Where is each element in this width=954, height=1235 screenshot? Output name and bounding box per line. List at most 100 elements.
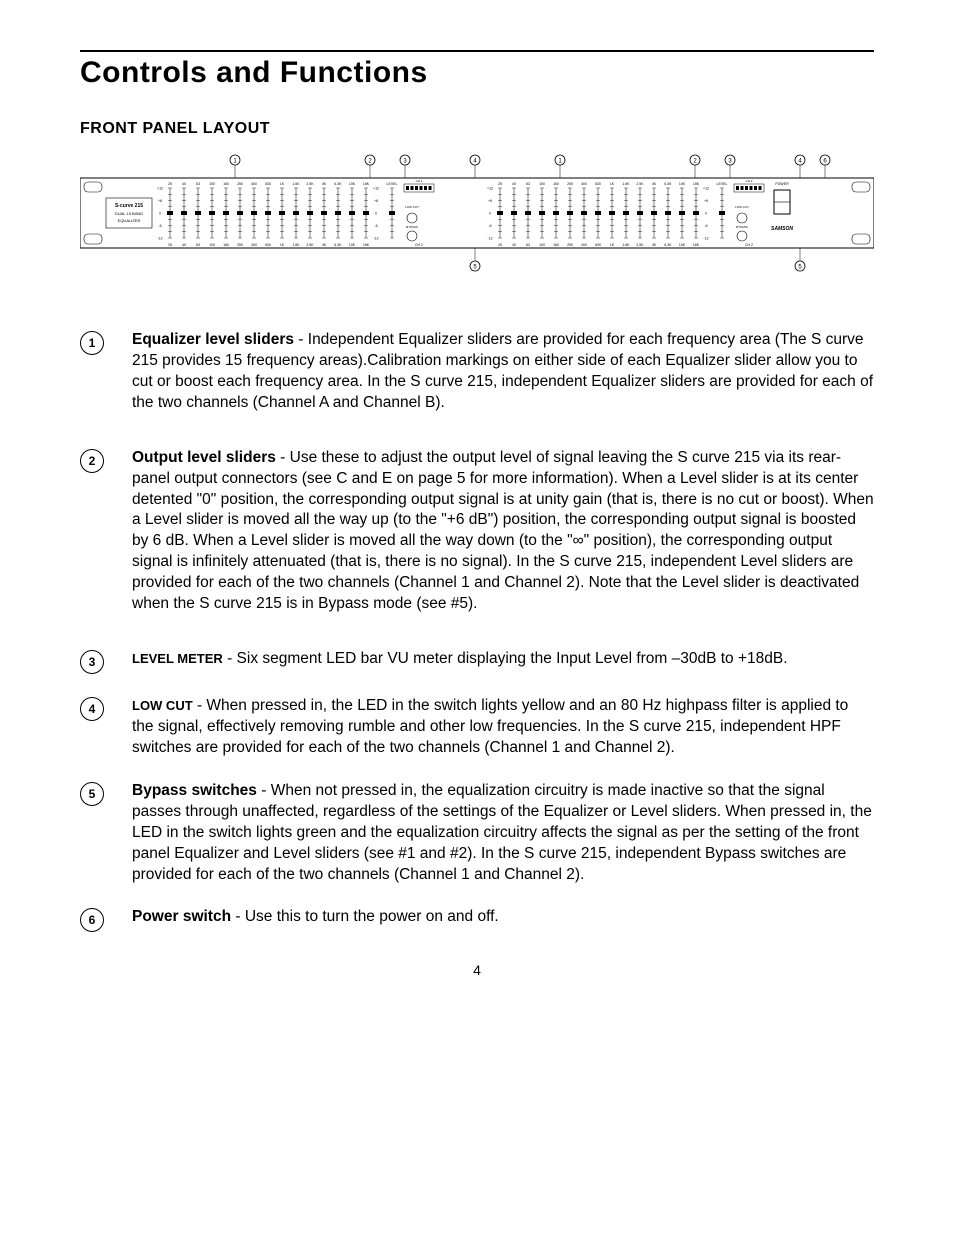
svg-text:LEVEL: LEVEL [387,182,398,186]
svg-text:2.5K: 2.5K [306,243,314,247]
svg-text:-6: -6 [488,224,491,228]
svg-text:+6: +6 [374,199,378,203]
svg-text:+12: +12 [487,187,493,191]
list-item: 4LOW CUT - When pressed in, the LED in t… [80,696,874,759]
items-list: 1Equalizer level sliders - Independent E… [80,330,874,932]
list-item: 2Output level sliders - Use these to adj… [80,448,874,615]
svg-text:6.3K: 6.3K [664,182,672,186]
svg-text:10K: 10K [679,243,686,247]
svg-text:-12: -12 [373,237,378,241]
svg-text:-12: -12 [703,237,708,241]
svg-text:6.3K: 6.3K [664,243,672,247]
item-lead: LEVEL METER [132,651,223,666]
item-lead: Equalizer level sliders [132,331,294,348]
svg-text:40: 40 [182,243,186,247]
svg-text:400: 400 [581,243,587,247]
svg-text:100: 100 [539,182,545,186]
page-title: Controls and Functions [80,56,874,90]
svg-text:-6: -6 [158,224,161,228]
svg-text:CH 1: CH 1 [416,179,423,183]
item-body: Power switch - Use this to turn the powe… [132,907,874,928]
svg-text:POWER: POWER [775,182,789,186]
list-item: 6 Power switch - Use this to turn the pow… [80,907,874,932]
item-body: LEVEL METER - Six segment LED bar VU met… [132,649,874,670]
svg-text:63: 63 [526,243,530,247]
svg-text:LOW CUT: LOW CUT [735,205,749,209]
svg-text:63: 63 [196,182,200,186]
svg-text:16K: 16K [363,182,370,186]
svg-text:100: 100 [209,182,215,186]
svg-text:400: 400 [581,182,587,186]
svg-text:100: 100 [539,243,545,247]
item-body: Bypass switches - When not pressed in, t… [132,781,874,886]
item-body: Output level sliders - Use these to adju… [132,448,874,615]
svg-text:EQUALIZER: EQUALIZER [118,218,141,223]
svg-text:+12: +12 [373,187,379,191]
svg-text:10K: 10K [349,182,356,186]
svg-text:1.6K: 1.6K [292,243,300,247]
svg-text:400: 400 [251,243,257,247]
svg-text:6.3K: 6.3K [334,243,342,247]
svg-text:1.6K: 1.6K [622,243,630,247]
svg-text:160: 160 [223,243,229,247]
top-rule [80,50,874,52]
svg-text:25: 25 [498,182,502,186]
svg-text:16K: 16K [693,243,700,247]
list-item: 5Bypass switches - When not pressed in, … [80,781,874,886]
document-page: Controls and Functions FRONT PANEL LAYOU… [0,0,954,1235]
svg-text:BYPASS: BYPASS [736,225,748,229]
svg-text:-6: -6 [374,224,377,228]
svg-text:+6: +6 [158,199,162,203]
svg-text:SAMSON: SAMSON [771,226,793,232]
item-number-badge: 4 [80,697,104,721]
svg-text:40: 40 [512,243,516,247]
svg-text:250: 250 [567,243,573,247]
svg-text:-6: -6 [704,224,707,228]
svg-text:10K: 10K [349,243,356,247]
svg-text:25: 25 [168,182,172,186]
svg-text:2.5K: 2.5K [306,182,314,186]
svg-text:+6: +6 [704,199,708,203]
item-number-badge: 6 [80,908,104,932]
svg-text:25: 25 [168,243,172,247]
svg-text:4K: 4K [322,182,327,186]
item-text: - Six segment LED bar VU meter displayin… [223,650,788,667]
item-lead: LOW CUT [132,698,193,713]
svg-text:40: 40 [182,182,186,186]
svg-text:0: 0 [159,212,161,216]
svg-text:-12: -12 [157,237,162,241]
page-number: 4 [80,962,874,978]
svg-text:CH 2: CH 2 [745,243,753,247]
item-text: - Use this to turn the power on and off. [231,908,499,925]
section-subtitle: FRONT PANEL LAYOUT [80,120,874,138]
svg-text:630: 630 [595,182,601,186]
svg-text:4K: 4K [652,243,657,247]
svg-text:1K: 1K [610,243,615,247]
svg-text:2.5K: 2.5K [636,243,644,247]
svg-text:1K: 1K [610,182,615,186]
svg-text:+12: +12 [703,187,709,191]
svg-text:630: 630 [595,243,601,247]
list-item: 1Equalizer level sliders - Independent E… [80,330,874,414]
svg-text:100: 100 [209,243,215,247]
svg-text:1.6K: 1.6K [622,182,630,186]
svg-text:1K: 1K [280,243,285,247]
svg-text:BYPASS: BYPASS [406,225,418,229]
svg-text:6.3K: 6.3K [334,182,342,186]
svg-text:10K: 10K [679,182,686,186]
svg-text:+12: +12 [157,187,163,191]
svg-text:250: 250 [237,182,243,186]
svg-text:63: 63 [196,243,200,247]
svg-text:1K: 1K [280,182,285,186]
svg-text:LOW CUT: LOW CUT [405,205,419,209]
svg-text:250: 250 [567,182,573,186]
item-number-badge: 3 [80,650,104,674]
svg-text:4K: 4K [652,182,657,186]
svg-text:160: 160 [553,243,559,247]
front-panel-diagram: S-curve 215DUAL 15 BANDEQUALIZER25254040… [80,150,874,290]
item-text: - Use these to adjust the output level o… [132,449,874,612]
svg-text:16K: 16K [693,182,700,186]
svg-text:160: 160 [553,182,559,186]
svg-text:630: 630 [265,243,271,247]
svg-text:LEVEL: LEVEL [717,182,728,186]
